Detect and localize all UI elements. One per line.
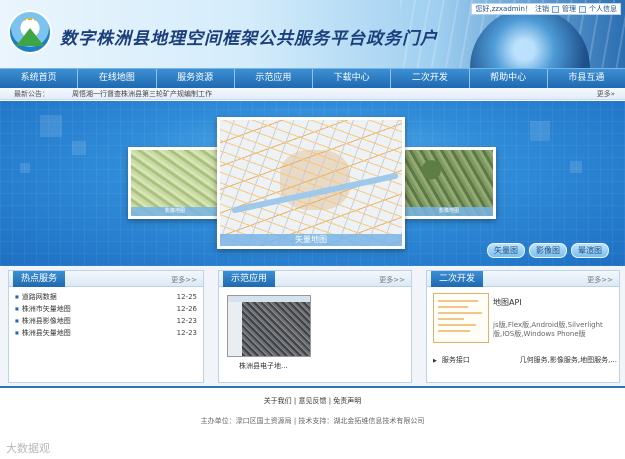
item-title[interactable]: 株洲市矢量地图 (15, 303, 71, 315)
imagery-map-button[interactable]: 影像图 (529, 243, 567, 258)
decor-square (72, 141, 86, 155)
item-title[interactable]: 道路网数据 (15, 291, 57, 303)
nav-demo-apps[interactable]: 示范应用 (235, 69, 313, 88)
panel-title: 热点服务 (13, 271, 66, 287)
hillshade-map-button[interactable]: 晕渲图 (571, 243, 609, 258)
nav-service-resources[interactable]: 服务资源 (157, 69, 235, 88)
logout-link[interactable]: 注销 (535, 4, 549, 14)
imagery-map-thumbnail-right[interactable]: 影像地图 (402, 147, 496, 219)
decor-square (40, 115, 62, 137)
map-caption: 影像地图 (131, 207, 219, 216)
demo-app-screenshot[interactable] (227, 295, 311, 357)
more-link[interactable]: 更多>> (171, 275, 197, 285)
notice-more-link[interactable]: 更多» (597, 88, 615, 100)
notice-bar: 最新公告： 周悟湘一行督查株洲县第三轮矿产规编制工作 更多» (0, 88, 625, 100)
site-logo[interactable] (8, 10, 52, 54)
secondary-dev-panel: 二次开发 更多>> 地图API js版,Flex版,Android版,Silve… (426, 270, 620, 383)
nav-help-center[interactable]: 帮助中心 (470, 69, 548, 88)
panel-header: 热点服务 更多>> (9, 271, 203, 287)
demo-apps-panel: 示范应用 更多>> 株洲县电子地... (218, 270, 412, 383)
logo-mountain-icon (16, 28, 44, 46)
hot-services-list: 道路网数据 12-25 株洲市矢量地图 12-26 株洲县影像地图 12-23 … (9, 287, 203, 343)
item-date: 12-23 (176, 329, 197, 337)
notice-label: 最新公告： (14, 90, 49, 98)
user-icon (579, 5, 586, 13)
list-item[interactable]: 株洲县矢量地图 12-23 (15, 327, 197, 339)
site-footer: 关于我们 | 意见反馈 | 免责声明 主办单位：渌口区国土资源局 | 技术支持：… (0, 386, 625, 459)
imagery-map-thumbnail-left[interactable]: 影像地图 (128, 147, 222, 219)
more-link[interactable]: 更多>> (587, 275, 613, 285)
list-item[interactable]: 株洲市矢量地图 12-26 (15, 303, 197, 315)
item-date: 12-23 (176, 317, 197, 325)
item-date: 12-26 (176, 305, 197, 313)
item-title[interactable]: 株洲县影像地图 (15, 315, 71, 327)
footer-links[interactable]: 关于我们 | 意见反馈 | 免责声明 (0, 396, 625, 406)
panel-title: 示范应用 (223, 271, 276, 287)
map-caption: 影像地图 (405, 207, 493, 216)
map-type-buttons: 矢量图 影像图 晕渲图 (487, 243, 609, 258)
hot-services-panel: 热点服务 更多>> 道路网数据 12-25 株洲市矢量地图 12-26 株洲县影… (8, 270, 204, 383)
user-bar: 您好,zzxadmin！ 注销 管理 个人信息 (471, 3, 621, 15)
panel-title: 二次开发 (431, 271, 484, 287)
watermark-logo: 大数据观 (6, 442, 50, 455)
list-item[interactable]: 株洲县影像地图 12-23 (15, 315, 197, 327)
profile-link[interactable]: 个人信息 (589, 4, 617, 14)
map-caption: 矢量地图 (220, 234, 402, 246)
decor-square (20, 163, 30, 173)
notice-link[interactable]: 周悟湘一行督查株洲县第三轮矿产规编制工作 (72, 88, 212, 100)
screenshot-sidebar (228, 302, 242, 356)
service-interface-row[interactable]: 服务接口 几何服务,影像服务,地图服务,... (433, 355, 617, 365)
manage-link[interactable]: 管理 (562, 4, 576, 14)
nav-online-map[interactable]: 在线地图 (78, 69, 157, 88)
main-nav: 系统首页 在线地图 服务资源 示范应用 下载中心 二次开发 帮助中心 市县互通 (0, 68, 625, 88)
footer-info: 主办单位：渌口区国土资源局 | 技术支持：湖北金拓维信息技术有限公司 (200, 417, 425, 425)
api-description: js版,Flex版,Android版,Silverlight版,IOS版,Win… (493, 321, 603, 338)
demo-app-caption[interactable]: 株洲县电子地... (239, 361, 288, 371)
manage-icon (552, 5, 559, 13)
row-value: 几何服务,影像服务,地图服务,... (519, 356, 617, 364)
list-item[interactable]: 道路网数据 12-25 (15, 291, 197, 303)
api-title[interactable]: 地图API (493, 297, 522, 308)
greeting-text: 您好,zzxadmin！ (475, 5, 532, 13)
panel-header: 示范应用 更多>> (219, 271, 411, 287)
map-banner: 影像地图 影像地图 矢量地图 矢量图 影像图 晕渲图 (0, 101, 625, 266)
screenshot-map (242, 302, 310, 356)
decor-square (570, 161, 582, 173)
more-link[interactable]: 更多>> (379, 275, 405, 285)
vector-map-button[interactable]: 矢量图 (487, 243, 525, 258)
vector-map-thumbnail[interactable]: 矢量地图 (217, 117, 405, 249)
site-title: 数字株洲县地理空间框架公共服务平台政务门户 (60, 29, 438, 49)
panel-header: 二次开发 更多>> (427, 271, 619, 287)
site-header: 数字株洲县地理空间框架公共服务平台政务门户 您好,zzxadmin！ 注销 管理… (0, 0, 625, 68)
api-thumbnail[interactable] (433, 293, 489, 343)
logo-sun-icon (22, 18, 38, 26)
nav-secondary-dev[interactable]: 二次开发 (391, 69, 470, 88)
decor-square (530, 121, 550, 141)
item-title[interactable]: 株洲县矢量地图 (15, 327, 71, 339)
nav-city-county[interactable]: 市县互通 (548, 69, 625, 88)
nav-download-center[interactable]: 下载中心 (313, 69, 392, 88)
item-date: 12-25 (176, 293, 197, 301)
row-label: 服务接口 (433, 355, 470, 365)
nav-home[interactable]: 系统首页 (0, 69, 79, 88)
